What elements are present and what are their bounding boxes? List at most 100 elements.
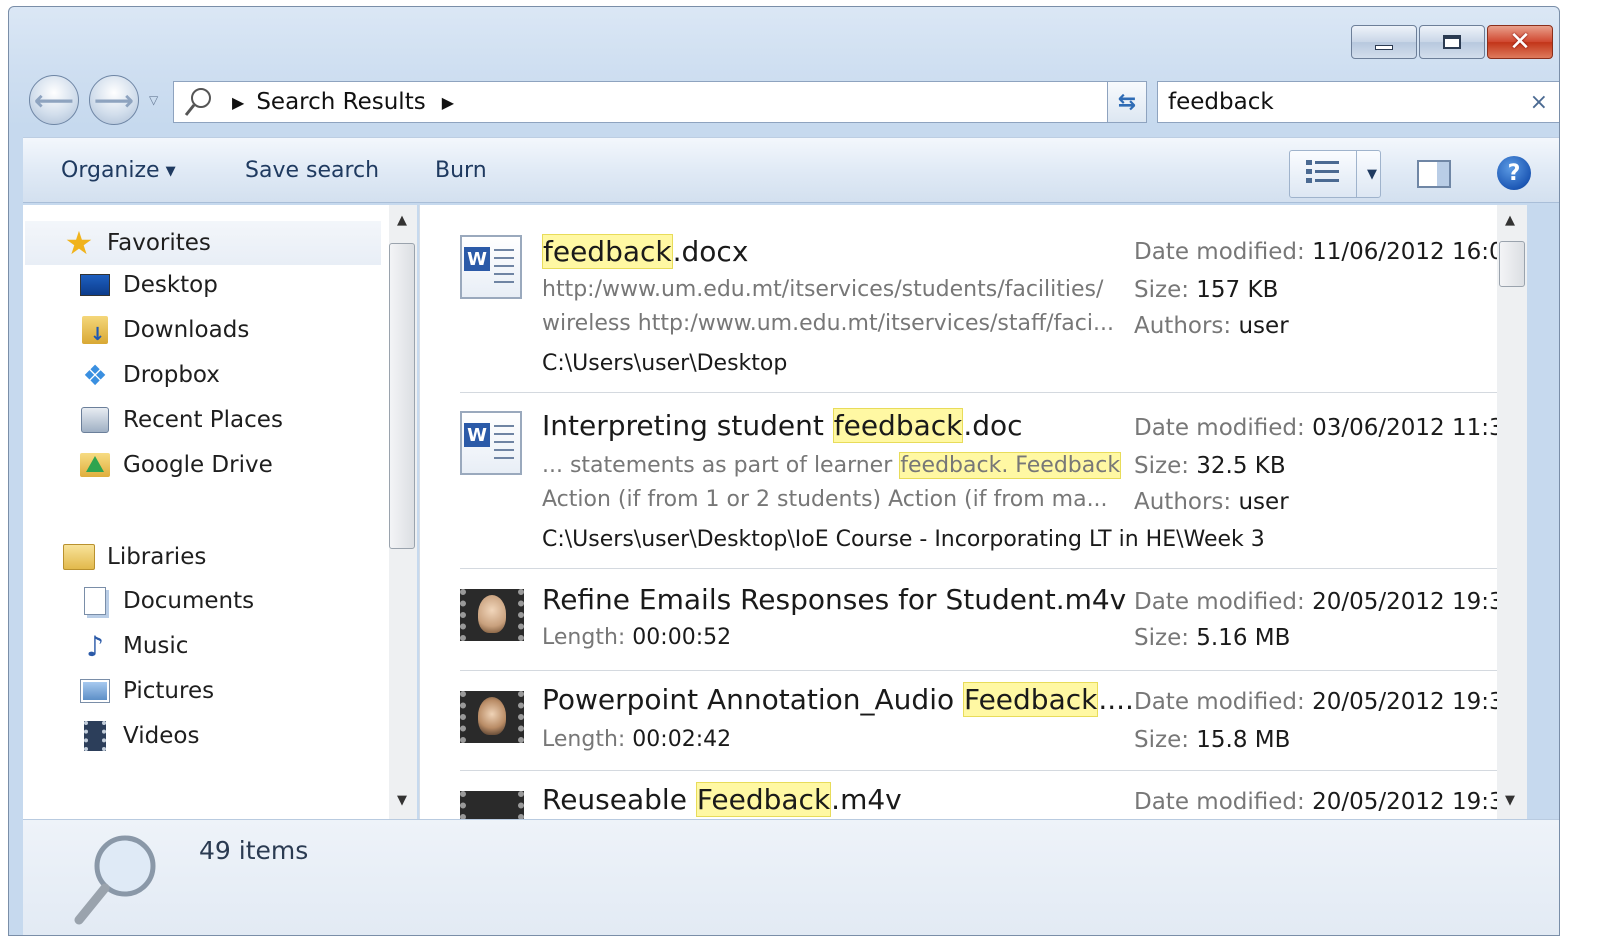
- search-input[interactable]: feedback: [1168, 89, 1530, 115]
- sidebar-item-label: Libraries: [107, 544, 207, 570]
- file-name[interactable]: Powerpoint Annotation_Audio Feedback....: [542, 682, 1134, 717]
- minimize-button[interactable]: [1351, 25, 1417, 59]
- breadcrumb-separator-icon[interactable]: ▶: [442, 93, 454, 112]
- explorer-window: ✕ ⟵ ⟶ ▽ ▶ Search Results ▶ ▼ ⇆ feedback …: [8, 6, 1560, 936]
- file-path: C:\Users\user\Desktop\IoE Course - Incor…: [542, 527, 1265, 552]
- sidebar-item-documents[interactable]: Documents: [79, 585, 254, 617]
- file-authors: Authors: user: [1134, 489, 1289, 515]
- search-highlight: feedback: [832, 408, 964, 443]
- navigation-scrollbar[interactable]: ▲ ▼: [389, 205, 417, 819]
- music-icon: ♪: [86, 629, 104, 663]
- list-item[interactable]: W feedback.docx http:/www.um.edu.mt/itse…: [460, 223, 1518, 393]
- sidebar-item-desktop[interactable]: Desktop: [79, 269, 218, 301]
- word-document-icon: W: [460, 235, 526, 299]
- file-size: Size: 5.16 MB: [1134, 625, 1291, 651]
- file-name[interactable]: Reuseable Feedback.m4v: [542, 782, 902, 817]
- breadcrumb-separator-icon[interactable]: ▶: [232, 93, 244, 112]
- pictures-icon: [79, 675, 111, 707]
- list-item[interactable]: W Interpreting student feedback.doc ... …: [460, 395, 1518, 569]
- maximize-icon: [1443, 35, 1461, 49]
- file-size: Size: 32.5 KB: [1134, 453, 1286, 479]
- organize-menu[interactable]: Organize ▼: [61, 158, 176, 183]
- sidebar-item-label: Favorites: [107, 230, 211, 256]
- video-thumbnail-icon: [460, 791, 526, 819]
- recent-pages-dropdown[interactable]: ▽: [149, 93, 158, 107]
- file-name[interactable]: Interpreting student feedback.doc: [542, 408, 1023, 443]
- date-modified: Date modified: 11/06/2012 16:04: [1134, 239, 1519, 265]
- sidebar-item-label: Documents: [123, 588, 255, 614]
- sidebar-item-label: Google Drive: [123, 452, 273, 478]
- back-button[interactable]: ⟵: [29, 75, 79, 125]
- chevron-down-icon: ▼: [165, 163, 176, 179]
- details-view-icon: [1306, 160, 1339, 183]
- search-box[interactable]: feedback ×: [1157, 81, 1559, 123]
- search-highlight: feedback. Feedback: [899, 452, 1122, 479]
- scroll-down-icon[interactable]: ▼: [397, 793, 407, 808]
- sidebar-item-label: Dropbox: [123, 362, 220, 388]
- sidebar-item-dropbox[interactable]: ❖ Dropbox: [79, 359, 220, 392]
- sidebar-item-label: Recent Places: [123, 407, 283, 433]
- scrollbar-thumb[interactable]: [389, 243, 415, 549]
- search-highlight: feedback: [542, 234, 673, 269]
- date-modified: Date modified: 20/05/2012 19:34: [1134, 589, 1519, 615]
- content-snippet: wireless http:/www.um.edu.mt/itservices/…: [542, 311, 1114, 336]
- sidebar-item-music[interactable]: ♪ Music: [79, 629, 188, 663]
- sidebar-item-downloads[interactable]: ↓ Downloads: [79, 314, 249, 346]
- maximize-button[interactable]: [1419, 25, 1485, 59]
- content-snippet: http:/www.um.edu.mt/itservices/students/…: [542, 277, 1104, 302]
- video-length: Length: 00:02:42: [542, 727, 732, 752]
- details-pane: 49 items: [23, 819, 1559, 935]
- sidebar-item-favorites[interactable]: ★ Favorites: [25, 221, 381, 265]
- search-highlight: Feedback: [695, 782, 832, 817]
- star-icon: ★: [64, 224, 94, 262]
- video-length: Length: 00:00:52: [542, 625, 732, 650]
- date-modified: Date modified: 03/06/2012 11:36: [1134, 415, 1519, 441]
- command-bar: Organize ▼ Save search Burn ▼ ?: [23, 137, 1559, 203]
- sidebar-item-videos[interactable]: Videos: [79, 720, 199, 752]
- close-button[interactable]: ✕: [1487, 25, 1553, 59]
- help-icon[interactable]: ?: [1497, 156, 1531, 190]
- forward-button[interactable]: ⟶: [89, 75, 139, 125]
- item-count: 49 items: [199, 836, 309, 865]
- content-snippet: ... statements as part of learner feedba…: [542, 452, 1122, 479]
- refresh-button[interactable]: ⇆: [1107, 81, 1147, 123]
- sidebar-item-label: Videos: [123, 723, 200, 749]
- sidebar-item-label: Pictures: [123, 678, 215, 704]
- breadcrumb-search-results[interactable]: Search Results: [256, 89, 425, 115]
- list-item[interactable]: Refine Emails Responses for Student.m4v …: [460, 571, 1518, 671]
- file-name[interactable]: Refine Emails Responses for Student.m4v: [542, 583, 1126, 616]
- sidebar-item-pictures[interactable]: Pictures: [79, 675, 214, 707]
- video-thumbnail-icon: [460, 691, 526, 755]
- clear-search-icon[interactable]: ×: [1530, 90, 1548, 115]
- sidebar-item-google-drive[interactable]: Google Drive: [79, 449, 273, 481]
- preview-pane-icon[interactable]: [1417, 160, 1451, 188]
- address-bar[interactable]: ▶ Search Results ▶ ▼: [173, 81, 1145, 123]
- search-icon: [182, 85, 216, 119]
- sidebar-item-label: Desktop: [123, 272, 218, 298]
- desktop-icon: [79, 269, 111, 301]
- file-size: Size: 15.8 MB: [1134, 727, 1291, 753]
- refresh-icon: ⇆: [1117, 89, 1137, 115]
- file-name[interactable]: feedback.docx: [542, 234, 748, 269]
- change-view-button[interactable]: ▼: [1289, 150, 1381, 198]
- list-item[interactable]: Powerpoint Annotation_Audio Feedback....…: [460, 671, 1518, 771]
- scroll-up-icon[interactable]: ▲: [1505, 213, 1515, 228]
- sidebar-item-libraries[interactable]: Libraries: [63, 541, 206, 573]
- sidebar-item-recent-places[interactable]: Recent Places: [79, 404, 283, 436]
- scroll-up-icon[interactable]: ▲: [397, 213, 407, 228]
- libraries-icon: [63, 541, 95, 573]
- scroll-down-icon[interactable]: ▼: [1505, 793, 1515, 808]
- search-results-pane: W feedback.docx http:/www.um.edu.mt/itse…: [419, 205, 1527, 819]
- downloads-folder-icon: ↓: [79, 314, 111, 346]
- scrollbar-thumb[interactable]: [1499, 241, 1525, 287]
- recent-places-icon: [79, 404, 111, 436]
- view-dropdown-icon[interactable]: ▼: [1367, 167, 1377, 182]
- list-item[interactable]: Reuseable Feedback.m4v Date modified: 20…: [460, 773, 1518, 819]
- back-arrow-icon: ⟵: [33, 83, 75, 117]
- search-highlight: Feedback: [963, 682, 1099, 717]
- content-snippet: Action (if from 1 or 2 students) Action …: [542, 487, 1108, 512]
- burn-button[interactable]: Burn: [435, 158, 487, 183]
- navigation-pane: ★ Favorites Desktop ↓ Downloads ❖ Dropbo…: [23, 205, 417, 819]
- results-scrollbar[interactable]: ▲ ▼: [1497, 205, 1527, 819]
- save-search-button[interactable]: Save search: [245, 158, 379, 183]
